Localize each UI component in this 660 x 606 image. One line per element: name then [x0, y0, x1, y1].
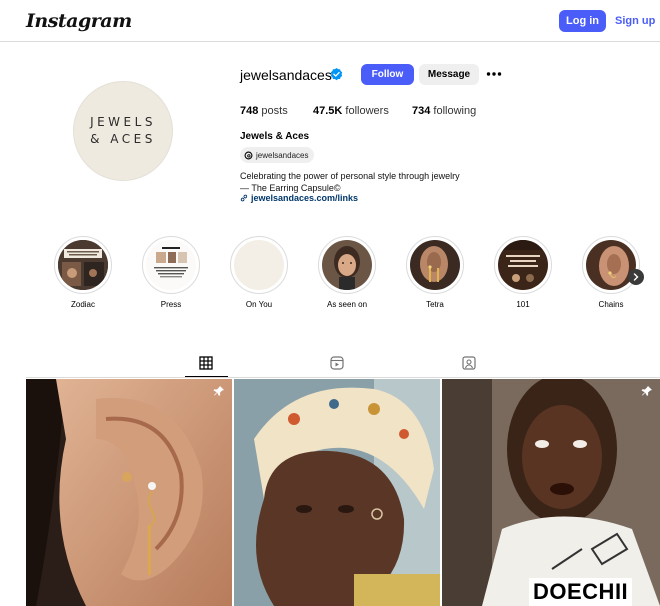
- threads-badge[interactable]: jewelsandaces: [240, 147, 315, 163]
- highlight-label: Press: [160, 300, 182, 309]
- tab-reels[interactable]: [328, 354, 346, 372]
- tagged-icon: [462, 356, 476, 370]
- posts-count: 748 posts: [240, 105, 288, 117]
- highlight-label: Tetra: [426, 300, 444, 309]
- following-count[interactable]: 734 following: [412, 105, 476, 117]
- post-overlay-text: DOECHII: [529, 578, 633, 606]
- profile-full-name: Jewels & Aces: [240, 131, 310, 142]
- bio-link-text: jewelsandaces.com/links: [251, 193, 359, 203]
- tab-tagged[interactable]: [460, 354, 478, 372]
- highlight-label: 101: [516, 300, 530, 309]
- highlight-label: As seen on: [326, 300, 368, 309]
- tetra-cover-image: [410, 240, 460, 290]
- threads-icon: [244, 151, 253, 159]
- 101-cover-image: [498, 240, 548, 290]
- followers-count-label: followers: [345, 105, 389, 117]
- chevron-right-icon: [633, 273, 639, 281]
- message-button[interactable]: Message: [419, 64, 479, 85]
- link-icon: [240, 194, 248, 202]
- bio-line-1: Celebrating the power of personal style …: [240, 171, 460, 181]
- login-button[interactable]: Log in: [559, 10, 606, 32]
- profile-username: jewelsandaces: [240, 67, 332, 83]
- profile-bio: Celebrating the power of personal style …: [240, 170, 460, 194]
- highlight-label: On You: [245, 300, 273, 309]
- following-count-value: 734: [412, 105, 431, 117]
- profile-avatar[interactable]: JEWELS & ACES: [73, 81, 173, 181]
- highlight-zodiac[interactable]: Zodiac: [54, 236, 112, 309]
- bio-link[interactable]: jewelsandaces.com/links: [240, 193, 358, 203]
- followers-count-value: 47.5K: [313, 105, 343, 117]
- grid-icon: [199, 356, 213, 370]
- post-doechii[interactable]: DOECHII: [442, 379, 660, 606]
- highlight-tetra[interactable]: Tetra: [406, 236, 464, 309]
- posts-count-value: 748: [240, 105, 259, 117]
- highlight-press[interactable]: Press: [142, 236, 200, 309]
- press-cover-image: [146, 240, 196, 290]
- headscarf-portrait-photo: [234, 379, 440, 606]
- avatar-text-line2: & ACES: [90, 132, 156, 146]
- post-ear-earrings[interactable]: [26, 379, 232, 606]
- avatar-text-line1: JEWELS: [90, 115, 156, 129]
- highlight-as-seen-on[interactable]: As seen on: [318, 236, 376, 309]
- tabs-divider: [26, 377, 660, 378]
- signup-link[interactable]: Sign up: [615, 15, 655, 27]
- verified-badge-icon: [330, 68, 343, 81]
- tab-posts[interactable]: [197, 354, 215, 372]
- doechii-photo: [442, 379, 660, 606]
- highlight-label: Chains: [598, 300, 624, 309]
- pin-icon: [213, 386, 224, 396]
- on-you-cover-image: [234, 240, 284, 290]
- follow-button[interactable]: Follow: [361, 64, 414, 85]
- reels-icon: [330, 356, 344, 370]
- as-seen-on-cover-image: [322, 240, 372, 290]
- following-count-label: following: [433, 105, 477, 117]
- highlight-101[interactable]: 101: [494, 236, 552, 309]
- pin-icon: [641, 386, 652, 396]
- active-tab-indicator: [185, 376, 228, 377]
- threads-handle: jewelsandaces: [256, 150, 309, 160]
- top-bar: Instagram Log in Sign up: [0, 0, 660, 42]
- highlight-label: Zodiac: [70, 300, 95, 309]
- highlight-on-you[interactable]: On You: [230, 236, 288, 309]
- zodiac-cover-image: [58, 240, 108, 290]
- ear-earrings-photo: [26, 379, 232, 606]
- instagram-logo[interactable]: Instagram: [26, 10, 132, 32]
- highlights-next-button[interactable]: [628, 269, 644, 285]
- chains-cover-image: [586, 240, 636, 290]
- more-options-icon[interactable]: [486, 66, 502, 82]
- followers-count[interactable]: 47.5K followers: [313, 105, 389, 117]
- posts-count-label: posts: [261, 105, 288, 117]
- post-headscarf-portrait[interactable]: [234, 379, 440, 606]
